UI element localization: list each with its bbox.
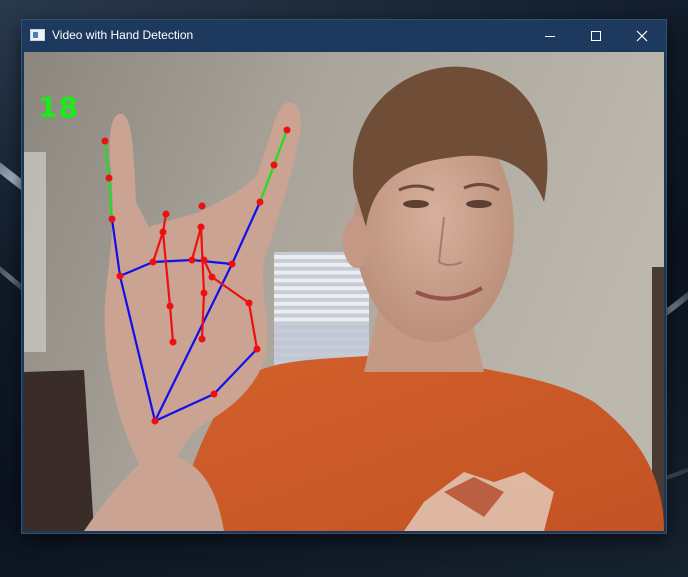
hand-landmark-point: [256, 198, 264, 206]
hand-landmark-point: [210, 390, 218, 398]
hand-landmark-point: [283, 126, 291, 134]
window-title: Video with Hand Detection: [52, 28, 194, 42]
title-bar[interactable]: Video with Hand Detection: [22, 20, 666, 51]
hand-landmark-point: [198, 335, 206, 343]
right-eye: [466, 200, 492, 208]
hand-landmark-point: [105, 174, 113, 182]
detection-counter: 18: [38, 91, 79, 124]
blind-slat: [274, 286, 369, 291]
close-icon: [636, 30, 648, 41]
video-frame: 18: [24, 52, 664, 531]
hand-landmark-point: [208, 273, 216, 281]
app-window: Video with Hand Detection 18: [22, 20, 666, 533]
hand-landmark-point: [169, 338, 177, 346]
hand-landmark-point: [159, 228, 167, 236]
blind-slat: [274, 301, 369, 306]
hand-landmark-point: [162, 210, 170, 218]
blind-slat: [274, 309, 369, 314]
blind-slat: [274, 294, 369, 298]
blind-slat: [274, 317, 369, 322]
hand-landmark-point: [101, 137, 109, 145]
hand-landmark-point: [200, 289, 208, 297]
hand-landmark-point: [188, 256, 196, 264]
wall-window-frame: [24, 152, 46, 352]
hand-landmark-point: [198, 202, 206, 210]
hand-landmark-point: [108, 215, 116, 223]
hand-landmark-point: [200, 256, 208, 264]
minimize-button[interactable]: [527, 20, 573, 51]
hand-landmark-point: [270, 161, 278, 169]
hand-landmark-point: [253, 345, 261, 353]
hand-landmark-point: [151, 417, 159, 425]
blind-slat: [274, 278, 369, 283]
ear: [343, 216, 371, 268]
furniture-left: [24, 370, 94, 531]
blind-slat: [274, 325, 369, 330]
close-button[interactable]: [619, 20, 665, 51]
hand-landmark-point: [228, 260, 236, 268]
maximize-icon: [591, 30, 601, 41]
blind-slat: [274, 348, 369, 353]
hand-landmark-point: [116, 272, 124, 280]
window-blinds: [274, 252, 369, 370]
blind-slat: [274, 333, 369, 337]
left-eye: [403, 200, 429, 208]
camera-scene: [24, 52, 664, 531]
hand-landmark-point: [149, 258, 157, 266]
hand-landmark-point: [197, 223, 205, 231]
blind-slat: [274, 340, 369, 345]
app-window-icon: [30, 29, 45, 41]
hand-landmark-point: [166, 302, 174, 310]
minimize-icon: [545, 35, 555, 37]
hand-landmark-point: [245, 299, 253, 307]
maximize-button[interactable]: [573, 20, 619, 51]
blind-slat: [274, 270, 369, 275]
